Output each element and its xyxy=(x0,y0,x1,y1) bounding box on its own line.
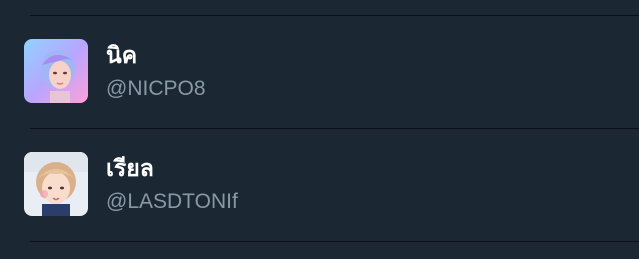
user-display-name: เรียล xyxy=(106,156,154,182)
user-avatar-photo-icon[interactable] xyxy=(24,39,88,103)
avatar-illustration xyxy=(24,39,88,103)
user-handle: @LASDTONIf xyxy=(106,190,238,213)
user-display-name: นิค xyxy=(106,43,138,69)
user-handle: @NICPO8 xyxy=(106,77,206,100)
avatar-illustration xyxy=(24,152,88,216)
list-item[interactable]: นิค @NICPO8 xyxy=(0,16,639,128)
list-item[interactable]: เรียล @LASDTONIf xyxy=(0,129,639,241)
user-avatar-photo-icon[interactable] xyxy=(24,152,88,216)
divider-bottom xyxy=(30,241,639,242)
